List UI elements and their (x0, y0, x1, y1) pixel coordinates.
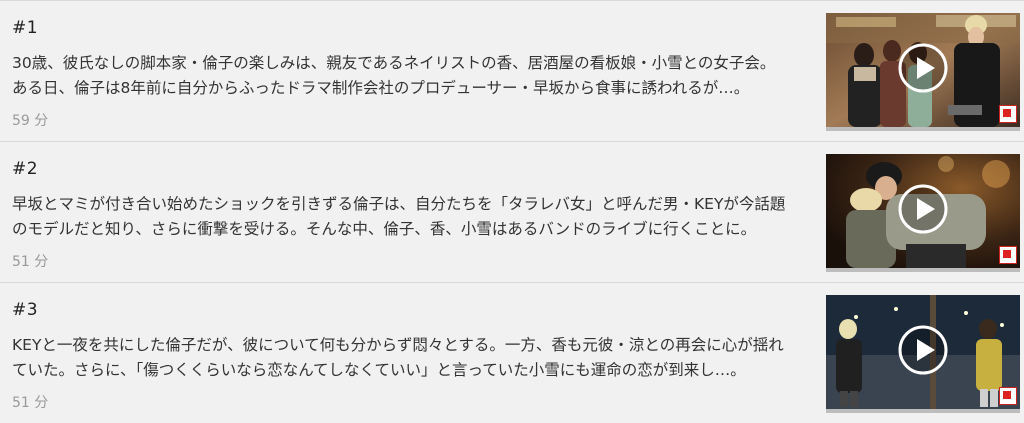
episode-duration: 51 分 (12, 395, 49, 411)
channel-logo-icon (999, 387, 1017, 405)
episode-thumbnail[interactable] (826, 295, 1020, 413)
channel-logo-icon (999, 105, 1017, 123)
episode-description-line: 早坂とマミが付き合い始めたショックを引きずる倫子は、自分たちを「タラレバ女」と呼… (12, 195, 786, 213)
episode-number: #1 (12, 18, 39, 38)
episode-description: 30歳、彼氏なしの脚本家・倫子の楽しみは、親友であるネイリストの香、居酒屋の看板… (12, 51, 812, 101)
episode-description: 早坂とマミが付き合い始めたショックを引きずる倫子は、自分たちを「タラレバ女」と呼… (12, 192, 812, 242)
play-icon[interactable] (898, 43, 948, 93)
episode-thumbnail[interactable] (826, 13, 1020, 131)
episode-row[interactable]: #1 30歳、彼氏なしの脚本家・倫子の楽しみは、親友であるネイリストの香、居酒屋… (0, 0, 1024, 141)
episode-number: #3 (12, 300, 39, 320)
episode-duration: 59 分 (12, 113, 49, 129)
play-icon[interactable] (898, 184, 948, 234)
episode-description-line: KEYと一夜を共にした倫子だが、彼について何も分からず悶々とする。一方、香も元彼… (12, 336, 784, 354)
play-icon[interactable] (898, 325, 948, 375)
episode-description-line: ていた。さらに、「傷つくくらいなら恋なんてしなくていい」と言っていた小雪にも運命… (12, 361, 746, 379)
episode-description-line: 30歳、彼氏なしの脚本家・倫子の楽しみは、親友であるネイリストの香、居酒屋の看板… (12, 54, 776, 72)
episode-description: KEYと一夜を共にした倫子だが、彼について何も分からず悶々とする。一方、香も元彼… (12, 333, 812, 383)
episode-thumbnail[interactable] (826, 154, 1020, 272)
episode-list: #1 30歳、彼氏なしの脚本家・倫子の楽しみは、親友であるネイリストの香、居酒屋… (0, 0, 1024, 422)
episode-duration: 51 分 (12, 254, 49, 270)
episode-description-line: ある日、倫子は8年前に自分からふったドラマ制作会社のプロデューサー・早坂から食事… (12, 79, 750, 97)
channel-logo-icon (999, 246, 1017, 264)
episode-description-line: のモデルだと知り、さらに衝撃を受ける。そんな中、倫子、香、小雪はあるバンドのライ… (12, 220, 757, 238)
episode-number: #2 (12, 159, 39, 179)
episode-row[interactable]: #2 早坂とマミが付き合い始めたショックを引きずる倫子は、自分たちを「タラレバ女… (0, 141, 1024, 282)
episode-row[interactable]: #3 KEYと一夜を共にした倫子だが、彼について何も分からず悶々とする。一方、香… (0, 282, 1024, 423)
